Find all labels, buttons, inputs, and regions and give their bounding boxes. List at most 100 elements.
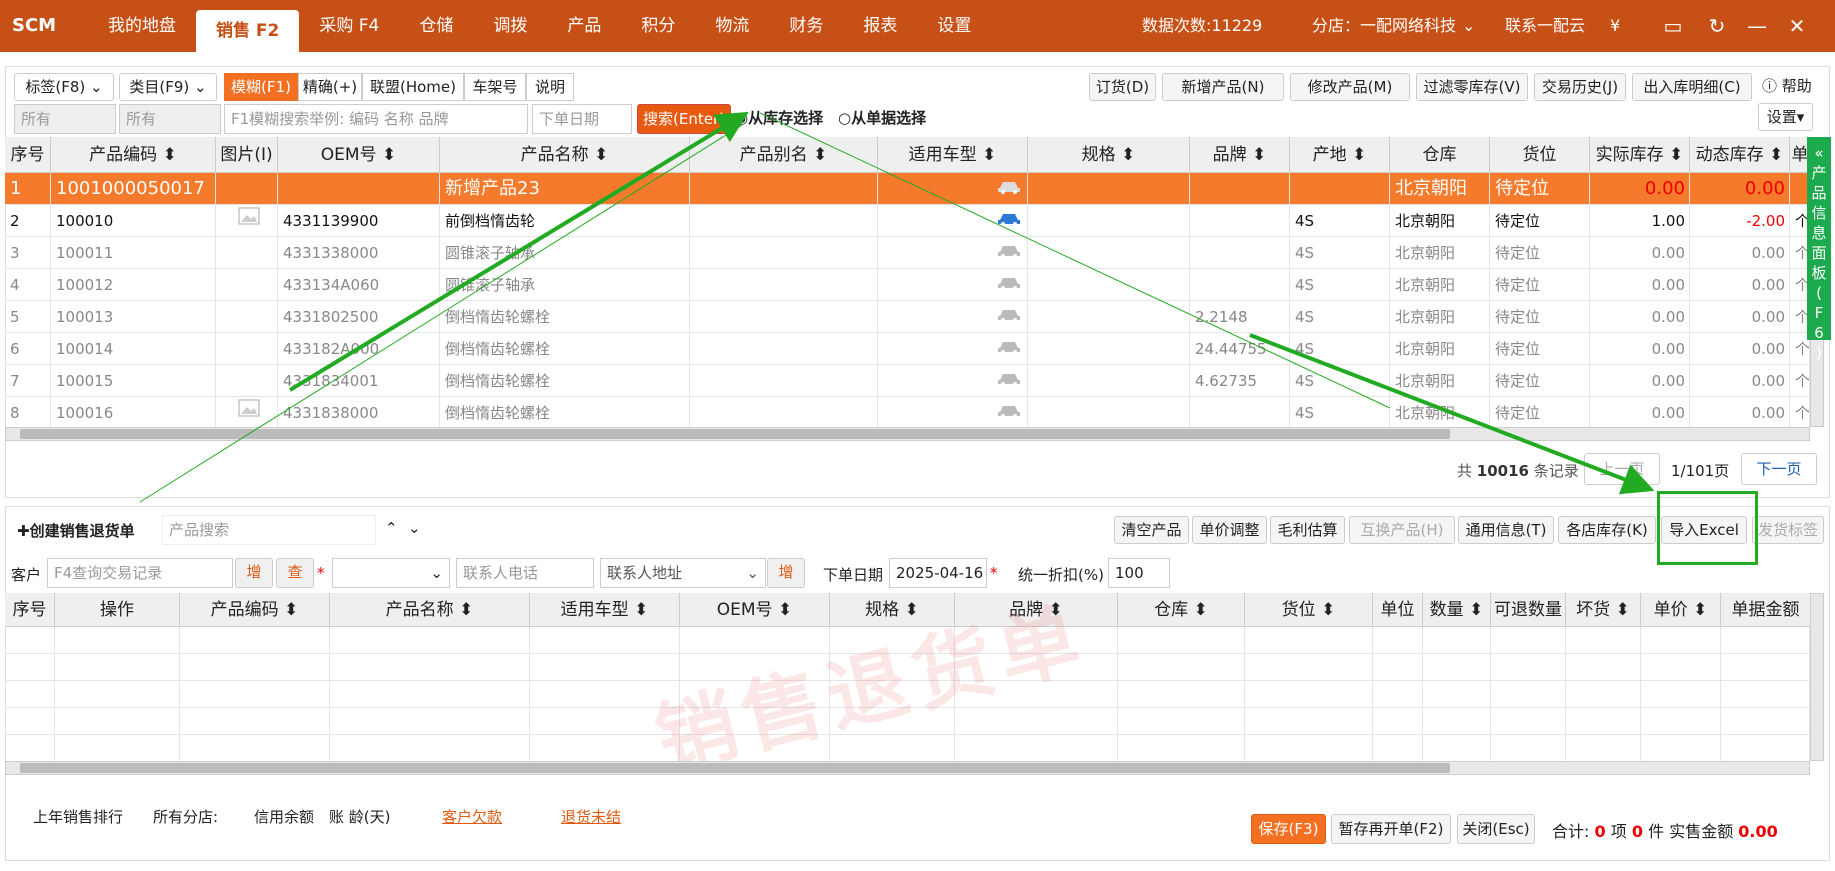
margin-estimate-button[interactable]: 毛利估算: [1270, 516, 1345, 544]
rcol-qty[interactable]: 数量 ⬍: [1423, 593, 1491, 626]
last-year-rank[interactable]: 上年销售排行: [33, 806, 123, 827]
chat-icon[interactable]: ▭: [1658, 0, 1688, 52]
minimize-icon[interactable]: —: [1742, 0, 1772, 52]
mode-alliance[interactable]: 联盟(Home): [362, 73, 464, 101]
search-input[interactable]: F1模糊搜索举例: 编码 名称 品牌: [224, 104, 528, 134]
swap-product-button[interactable]: 互换产品(H): [1349, 516, 1455, 544]
hold-button[interactable]: 暂存再开单(F2): [1331, 814, 1451, 844]
table-row[interactable]: 5 100013 4331802500 倒档惰齿轮螺栓 2.2148 4S 北京朝阳 待定位 0…: [5, 301, 1810, 333]
add-customer-button[interactable]: 增: [235, 558, 273, 588]
branch-stock-button[interactable]: 各店库存(K): [1558, 516, 1656, 544]
col-origin[interactable]: 产地 ⬍: [1290, 137, 1390, 172]
order-button[interactable]: 订货(D): [1089, 73, 1156, 101]
filter-zero-stock-button[interactable]: 过滤零库存(V): [1416, 73, 1528, 101]
query-customer-button[interactable]: 查: [276, 558, 314, 588]
return-hscrollbar[interactable]: [5, 761, 1810, 775]
order-date-input[interactable]: 下单日期: [532, 104, 632, 134]
return-vscrollbar[interactable]: [1810, 593, 1824, 761]
col-brand[interactable]: 品牌 ⬍: [1190, 137, 1290, 172]
save-button[interactable]: 保存(F3): [1251, 814, 1326, 844]
col-no[interactable]: 序号: [5, 137, 51, 172]
mode-fuzzy[interactable]: 模糊(F1): [224, 73, 298, 101]
category-dropdown[interactable]: 类目(F9) ⌄: [119, 73, 217, 101]
create-return-order[interactable]: ✚创建销售退货单: [17, 520, 135, 541]
trade-history-button[interactable]: 交易历史(J): [1534, 73, 1626, 101]
table-row[interactable]: 8 100016 4331838000 倒档惰齿轮螺栓 4S 北京朝阳 待定位 0.00 0.0…: [5, 397, 1810, 429]
table-row[interactable]: 6 100014 433182A000 倒档惰齿轮螺栓 24.44755 4S 北京朝阳 待定…: [5, 333, 1810, 365]
next-page-button[interactable]: 下一页: [1741, 453, 1817, 485]
table-row[interactable]: 2 100010 4331139900 前倒档惰齿轮 4S 北京朝阳 待定位 1.00 -2.0…: [5, 205, 1810, 237]
nav-sales[interactable]: 销售 F2: [196, 10, 300, 52]
mode-exact[interactable]: 精确(+): [298, 73, 362, 101]
col-location[interactable]: 货位: [1490, 137, 1590, 172]
rcol-location[interactable]: 货位 ⬍: [1245, 593, 1373, 626]
inout-detail-button[interactable]: 出入库明细(C): [1632, 73, 1752, 101]
contact-phone-input[interactable]: 联系人电话: [456, 558, 594, 588]
product-hscrollbar[interactable]: [5, 427, 1810, 441]
yen-icon[interactable]: ¥: [1610, 0, 1620, 52]
product-search-input[interactable]: 产品搜索: [162, 515, 376, 545]
chevron-up-icon[interactable]: ⌃: [385, 519, 398, 537]
nav-points[interactable]: 积分: [621, 0, 695, 52]
nav-product[interactable]: 产品: [547, 0, 621, 52]
col-name[interactable]: 产品名称 ⬍: [440, 137, 690, 172]
col-vehicle[interactable]: 适用车型 ⬍: [878, 137, 1028, 172]
chevron-down-icon[interactable]: ⌄: [1462, 0, 1475, 52]
discount-input[interactable]: 100: [1108, 558, 1170, 588]
table-row[interactable]: 4 100012 433134A060 圆锥滚子轴承 4S 北京朝阳 待定位 0.00 0.00…: [5, 269, 1810, 301]
rcol-unit[interactable]: 单位: [1373, 593, 1423, 626]
contact-select[interactable]: ⌄: [332, 558, 450, 588]
tag-dropdown[interactable]: 标签(F8) ⌄: [14, 73, 114, 101]
col-actual-stock[interactable]: 实际库存 ⬍: [1590, 137, 1690, 172]
rcol-oem[interactable]: OEM号 ⬍: [680, 593, 830, 626]
nav-reports[interactable]: 报表: [843, 0, 917, 52]
settings-dropdown[interactable]: 设置▾: [1758, 103, 1813, 131]
filter-all-1[interactable]: 所有: [14, 104, 116, 134]
customer-input[interactable]: F4查询交易记录: [47, 558, 233, 588]
rcol-price[interactable]: 单价 ⬍: [1641, 593, 1721, 626]
add-address-button[interactable]: 增: [767, 558, 805, 588]
nav-warehouse[interactable]: 仓储: [399, 0, 473, 52]
table-row[interactable]: 3 100011 4331338000 圆锥滚子轴承 4S 北京朝阳 待定位 0.00 0.00…: [5, 237, 1810, 269]
branch-selector[interactable]: 分店：一配网络科技（北: [1312, 0, 1457, 52]
mode-vin[interactable]: 车架号: [464, 73, 526, 101]
table-row[interactable]: 1 1001000050017 新增产品23 北京朝阳 待定位 0.00 0.00: [5, 173, 1810, 205]
refresh-icon[interactable]: ↻: [1702, 0, 1732, 52]
help-link[interactable]: ⓘ 帮助: [1762, 75, 1812, 96]
col-spec[interactable]: 规格 ⬍: [1028, 137, 1190, 172]
rcol-vehicle[interactable]: 适用车型 ⬍: [530, 593, 680, 626]
close-icon[interactable]: ✕: [1782, 0, 1812, 52]
edit-product-button[interactable]: 修改产品(M): [1290, 73, 1410, 101]
col-warehouse[interactable]: 仓库: [1390, 137, 1490, 172]
nav-my-area[interactable]: 我的地盘: [88, 0, 196, 52]
customer-debt-link[interactable]: 客户欠款: [442, 806, 502, 827]
nav-transfer[interactable]: 调拨: [473, 0, 547, 52]
rcol-returnable[interactable]: 可退数量: [1491, 593, 1566, 626]
radio-from-stock[interactable]: ◉从库存选择: [735, 107, 823, 128]
nav-purchase[interactable]: 采购 F4: [299, 0, 399, 52]
search-button[interactable]: 搜索(Enter): [637, 104, 731, 134]
rcol-warehouse[interactable]: 仓库 ⬍: [1118, 593, 1245, 626]
rcol-code[interactable]: 产品编码 ⬍: [180, 593, 330, 626]
nav-logistics[interactable]: 物流: [695, 0, 769, 52]
unsettled-returns-link[interactable]: 退货未结: [561, 806, 621, 827]
rcol-amount[interactable]: 单据金额: [1721, 593, 1810, 626]
col-oem[interactable]: OEM号 ⬍: [278, 137, 440, 172]
clear-products-button[interactable]: 清空产品: [1114, 516, 1189, 544]
col-dynamic-stock[interactable]: 动态库存 ⬍: [1690, 137, 1790, 172]
nav-settings[interactable]: 设置: [917, 0, 991, 52]
add-product-button[interactable]: 新增产品(N): [1162, 73, 1284, 101]
table-row[interactable]: 7 100015 4331834001 倒档惰齿轮螺栓 4.62735 4S 北京朝阳 待定位…: [5, 365, 1810, 397]
general-info-button[interactable]: 通用信息(T): [1458, 516, 1554, 544]
shipping-label-button[interactable]: 发货标签: [1752, 516, 1824, 544]
mode-description[interactable]: 说明: [526, 73, 574, 101]
order-date-field[interactable]: 2025-04-16: [889, 558, 987, 588]
rcol-name[interactable]: 产品名称 ⬍: [330, 593, 530, 626]
table-row[interactable]: [5, 735, 1810, 762]
product-info-panel-tab[interactable]: «产品信息面板(F 6): [1807, 137, 1831, 362]
filter-all-2[interactable]: 所有: [119, 104, 221, 134]
rcol-damaged[interactable]: 坏货 ⬍: [1566, 593, 1641, 626]
rcol-action[interactable]: 操作: [55, 593, 180, 626]
prev-page-button[interactable]: 上一页: [1584, 453, 1660, 485]
rcol-no[interactable]: 序号: [5, 593, 55, 626]
